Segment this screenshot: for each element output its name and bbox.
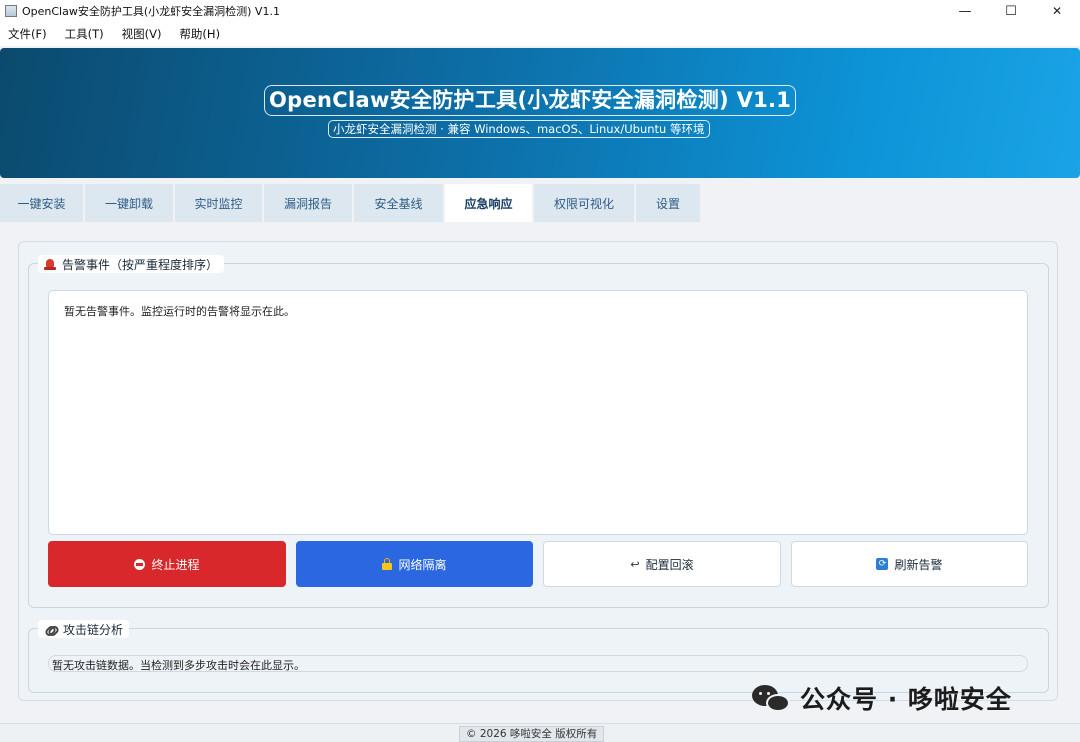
refresh-alerts-button[interactable]: ⟳ 刷新告警 — [791, 541, 1028, 587]
alerts-group-label: 告警事件（按严重程度排序） — [62, 257, 219, 272]
alerts-empty-message: 暂无告警事件。监控运行时的告警将显示在此。 — [64, 305, 295, 318]
menu-file[interactable]: 文件(F) — [0, 26, 56, 42]
tab-install[interactable]: 一键安装 — [0, 184, 83, 222]
refresh-alerts-label: 刷新告警 — [894, 557, 943, 572]
tab-security-baseline[interactable]: 安全基线 — [354, 184, 443, 222]
menu-tools[interactable]: 工具(T) — [56, 26, 113, 42]
tab-settings[interactable]: 设置 — [636, 184, 700, 222]
attack-chain-group-title: 攻击链分析 — [38, 620, 130, 638]
alarm-bell-icon — [44, 258, 56, 270]
copyright-text: © 2026 哆啦安全 版权所有 — [459, 726, 605, 742]
wechat-icon — [752, 683, 790, 713]
menu-bar: 文件(F) 工具(T) 视图(V) 帮助(H) — [0, 22, 1080, 46]
tab-bar: 一键安装 一键卸载 实时监控 漏洞报告 安全基线 应急响应 权限可视化 设置 — [0, 184, 1080, 222]
window-controls: — ☐ ✕ — [942, 0, 1080, 22]
status-bar: © 2026 哆啦安全 版权所有 — [0, 723, 1080, 742]
window-titlebar: OpenClaw安全防护工具(小龙虾安全漏洞检测) V1.1 — ☐ ✕ — [0, 0, 1080, 22]
alerts-group-title: 告警事件（按严重程度排序） — [38, 255, 225, 273]
tab-vuln-report[interactable]: 漏洞报告 — [264, 184, 352, 222]
lock-icon — [382, 558, 393, 570]
watermark: 公众号 · 哆啦安全 — [752, 680, 1012, 716]
kill-process-button[interactable]: 终止进程 — [48, 541, 286, 587]
kill-process-label: 终止进程 — [151, 557, 200, 572]
app-icon — [5, 5, 17, 17]
network-isolate-button[interactable]: 网络隔离 — [296, 541, 533, 587]
watermark-text: 公众号 · 哆啦安全 — [800, 685, 1012, 714]
tab-realtime-monitor[interactable]: 实时监控 — [175, 184, 262, 222]
close-button[interactable]: ✕ — [1034, 0, 1080, 22]
alerts-list[interactable]: 暂无告警事件。监控运行时的告警将显示在此。 — [48, 290, 1028, 535]
tab-incident-response[interactable]: 应急响应 — [445, 184, 532, 222]
undo-icon: ↩ — [630, 557, 640, 571]
attack-chain-empty-message: 暂无攻击链数据。当检测到多步攻击时会在此显示。 — [52, 659, 305, 672]
attack-chain-list[interactable]: 暂无攻击链数据。当检测到多步攻击时会在此显示。 — [48, 655, 1028, 672]
network-isolate-label: 网络隔离 — [398, 557, 447, 572]
refresh-icon: ⟳ — [876, 558, 889, 570]
chain-link-icon — [44, 623, 57, 636]
minimize-button[interactable]: — — [942, 0, 988, 22]
attack-chain-label: 攻击链分析 — [63, 622, 124, 637]
menu-view[interactable]: 视图(V) — [113, 26, 171, 42]
menu-help[interactable]: 帮助(H) — [170, 26, 229, 42]
window-title: OpenClaw安全防护工具(小龙虾安全漏洞检测) V1.1 — [22, 5, 280, 18]
stop-icon — [134, 558, 146, 570]
banner-subtitle: 小龙虾安全漏洞检测 · 兼容 Windows、macOS、Linux/Ubunt… — [328, 120, 710, 138]
tab-uninstall[interactable]: 一键卸载 — [85, 184, 173, 222]
tab-permission-visualization[interactable]: 权限可视化 — [534, 184, 634, 222]
config-rollback-label: 配置回滚 — [645, 557, 694, 572]
banner-title: OpenClaw安全防护工具(小龙虾安全漏洞检测) V1.1 — [264, 85, 797, 116]
maximize-button[interactable]: ☐ — [988, 0, 1034, 22]
config-rollback-button[interactable]: ↩ 配置回滚 — [543, 541, 781, 587]
